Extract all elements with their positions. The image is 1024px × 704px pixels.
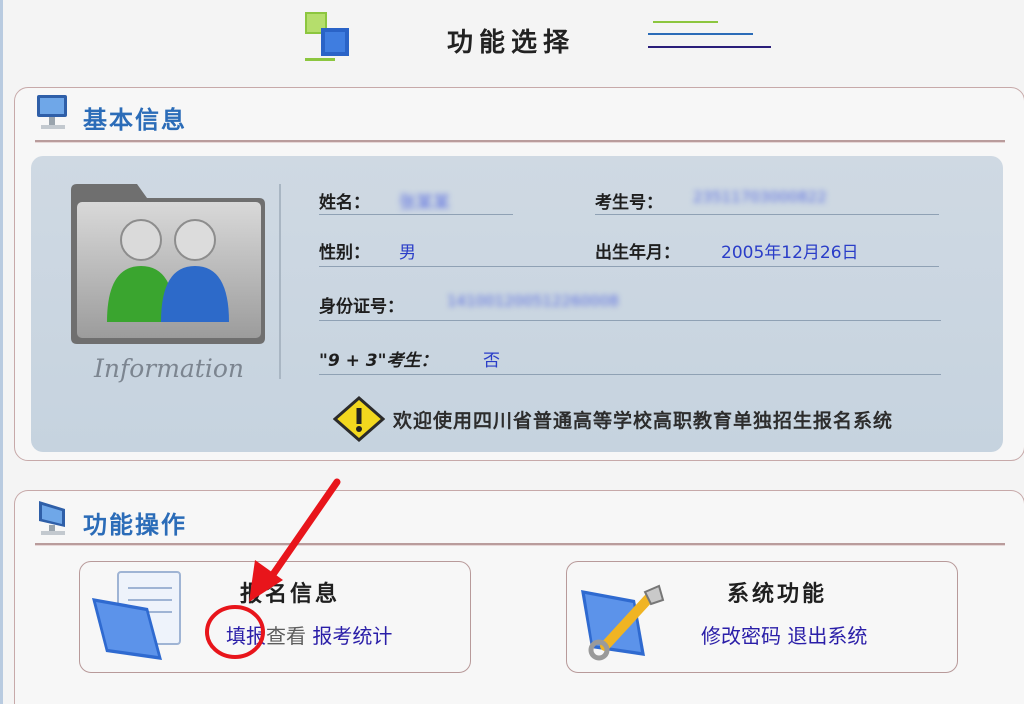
functions-panel: 功能操作 报名信息 填报查看 报考统计 系统功能 修改密码 退出系统 bbox=[14, 490, 1024, 704]
page-title: 功能选择 bbox=[447, 28, 576, 58]
id-number-value: 141001200512260008 bbox=[447, 292, 619, 310]
name-label: 姓名： bbox=[319, 193, 370, 213]
monitor-icon bbox=[37, 95, 67, 129]
birth-date-value: 2005年12月26日 bbox=[721, 243, 859, 263]
app-logo-icon bbox=[305, 12, 349, 61]
user-folder-icon bbox=[71, 184, 265, 344]
nine-plus-three-value: 否 bbox=[483, 351, 500, 371]
registration-card: 报名信息 填报查看 报考统计 bbox=[79, 561, 471, 673]
page-header: 功能选择 bbox=[3, 0, 1024, 80]
system-card: 系统功能 修改密码 退出系统 bbox=[566, 561, 958, 673]
registration-links: 填报查看 报考统计 bbox=[226, 620, 392, 649]
view-link[interactable]: 查看 bbox=[266, 624, 306, 648]
change-password-link[interactable]: 修改密码 bbox=[701, 624, 781, 648]
exam-number-value: 23511703000822 bbox=[693, 188, 827, 206]
system-card-title: 系统功能 bbox=[727, 582, 828, 607]
info-box: Information 姓名： 张某某 考生号： 23511703000822 … bbox=[31, 156, 1003, 452]
basic-info-title: 基本信息 bbox=[83, 106, 187, 134]
name-value: 张某某 bbox=[399, 193, 450, 213]
application-stats-link[interactable]: 报考统计 bbox=[312, 624, 392, 648]
section-divider bbox=[35, 140, 1005, 143]
warning-icon bbox=[333, 396, 385, 442]
document-folder-icon bbox=[92, 571, 181, 660]
gender-label: 性别： bbox=[319, 243, 370, 263]
welcome-message: 欢迎使用四川省普通高等学校高职教育单独招生报名系统 bbox=[393, 410, 894, 432]
birth-date-label: 出生年月： bbox=[595, 243, 680, 263]
row-underline bbox=[319, 320, 941, 321]
info-caption: Information bbox=[93, 354, 245, 383]
functions-title: 功能操作 bbox=[83, 511, 187, 539]
vertical-divider bbox=[279, 184, 281, 379]
gender-value: 男 bbox=[399, 243, 416, 263]
title-decoration bbox=[648, 21, 771, 48]
exam-number-label: 考生号： bbox=[595, 193, 663, 213]
basic-info-panel: 基本信息 Information 姓名： 张某某 考生号： 2351170300… bbox=[14, 87, 1024, 461]
logout-link[interactable]: 退出系统 bbox=[787, 624, 867, 648]
row-underline bbox=[319, 214, 513, 215]
settings-folder-icon bbox=[581, 584, 665, 661]
fill-in-link[interactable]: 填报 bbox=[226, 624, 266, 648]
monitor-icon bbox=[39, 501, 65, 535]
row-underline bbox=[595, 214, 939, 215]
registration-card-title: 报名信息 bbox=[240, 582, 341, 607]
id-number-label: 身份证号： bbox=[319, 297, 404, 317]
section-divider bbox=[35, 543, 1005, 546]
system-links: 修改密码 退出系统 bbox=[701, 620, 867, 649]
nine-plus-three-label: "9 + 3"考生： bbox=[319, 351, 438, 371]
row-underline bbox=[319, 266, 939, 267]
row-underline bbox=[319, 374, 941, 375]
